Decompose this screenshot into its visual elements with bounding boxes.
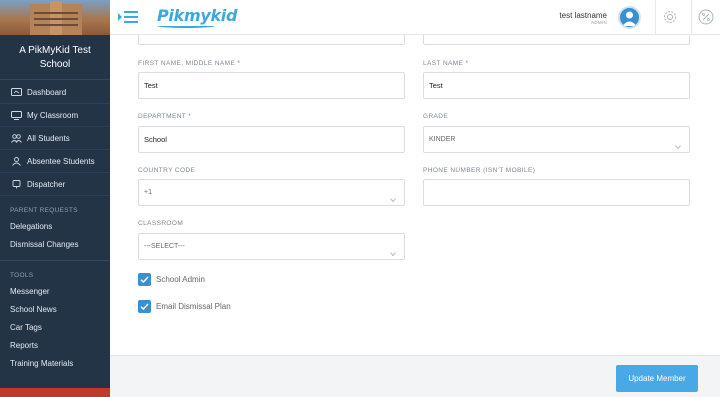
sidebar-item-dashboard[interactable]: Dashboard	[0, 81, 110, 104]
classroom-icon	[10, 110, 22, 120]
grade-select[interactable]: KINDER	[423, 126, 690, 153]
sidebar-item-label: Absentee Students	[27, 156, 95, 166]
country-code-select[interactable]: +1	[138, 179, 405, 206]
first-name-label: FIRST NAME, MIDDLE NAME *	[138, 60, 241, 67]
classroom-select[interactable]: ---SELECT---	[138, 233, 405, 260]
member-form: FIRST NAME, MIDDLE NAME * Test LAST NAME…	[110, 35, 720, 355]
classroom-label: CLASSROOM	[138, 220, 184, 227]
header-divider	[691, 0, 692, 35]
sidebar: A PikMyKid Test School Dashboard My Clas…	[0, 0, 110, 397]
sidebar-item-label: Dashboard	[27, 87, 67, 97]
chevron-down-icon	[675, 136, 681, 150]
country-code-value: +1	[144, 189, 152, 196]
sidebar-item-delegations[interactable]: Delegations	[0, 218, 110, 236]
sidebar-item-car-tags[interactable]: Car Tags	[0, 319, 110, 337]
user-name: test lastname	[559, 11, 607, 20]
pikmykid-logo: Pikmykid	[157, 6, 238, 25]
avatar[interactable]	[618, 6, 641, 29]
school-name: A PikMyKid Test School	[0, 35, 110, 80]
menu-toggle-icon[interactable]	[118, 10, 138, 24]
grade-label: GRADE	[423, 113, 449, 120]
dashboard-icon	[10, 87, 22, 97]
country-code-label: COUNTRY CODE	[138, 167, 196, 174]
sidebar-item-training-materials[interactable]: Training Materials	[0, 355, 110, 373]
first-name-input[interactable]: Test	[138, 72, 405, 99]
sidebar-item-dismissal-changes[interactable]: Dismissal Changes	[0, 236, 110, 254]
checkmark-icon	[140, 276, 149, 284]
sidebar-item-reports[interactable]: Reports	[0, 337, 110, 355]
classroom-value: ---SELECT---	[144, 243, 185, 250]
chevron-down-icon	[390, 243, 396, 257]
sidebar-item-label: My Classroom	[27, 110, 79, 120]
email-dismissal-checkbox[interactable]	[138, 300, 151, 313]
email-dismissal-label: Email Dismissal Plan	[156, 302, 231, 311]
last-name-label: LAST NAME *	[423, 60, 469, 67]
user-role: ADMIN	[591, 20, 607, 25]
department-label: DEPARTMENT *	[138, 113, 192, 120]
logo-swoosh	[157, 24, 215, 28]
percent-icon[interactable]	[698, 9, 714, 25]
school-image	[0, 0, 110, 35]
sidebar-item-messenger[interactable]: Messenger	[0, 283, 110, 301]
sidebar-bottom-bar	[0, 388, 110, 397]
last-name-input[interactable]: Test	[423, 72, 690, 99]
top-header: Pikmykid test lastname ADMIN	[110, 0, 720, 35]
absentee-icon	[10, 156, 22, 166]
update-member-button[interactable]: Update Member	[616, 365, 698, 392]
tools-heading: TOOLS	[10, 272, 34, 279]
sidebar-item-school-news[interactable]: School News	[0, 301, 110, 319]
school-admin-label: School Admin	[156, 275, 205, 284]
sidebar-item-label: All Students	[27, 133, 70, 143]
sidebar-item-all-students[interactable]: All Students	[0, 127, 110, 150]
sidebar-item-absentee-students[interactable]: Absentee Students	[0, 150, 110, 173]
gear-icon[interactable]	[662, 9, 678, 25]
phone-label: PHONE NUMBER (ISN'T MOBILE)	[423, 167, 536, 174]
sidebar-item-my-classroom[interactable]: My Classroom	[0, 104, 110, 127]
checkmark-icon	[140, 303, 149, 311]
parent-requests-heading: PARENT REQUESTS	[10, 207, 78, 214]
department-input[interactable]: School	[138, 126, 405, 153]
school-admin-checkbox[interactable]	[138, 273, 151, 286]
sidebar-item-dispatcher[interactable]: Dispatcher	[0, 173, 110, 196]
sidebar-item-label: Dispatcher	[27, 179, 66, 189]
dispatcher-icon	[10, 179, 22, 189]
previous-field[interactable]	[138, 35, 405, 45]
chevron-down-icon	[390, 189, 396, 203]
phone-input[interactable]	[423, 179, 690, 206]
grade-value: KINDER	[429, 136, 456, 143]
header-divider	[655, 0, 656, 35]
form-footer: Update Member	[110, 355, 720, 397]
students-icon	[10, 133, 22, 143]
previous-field[interactable]	[423, 35, 690, 45]
